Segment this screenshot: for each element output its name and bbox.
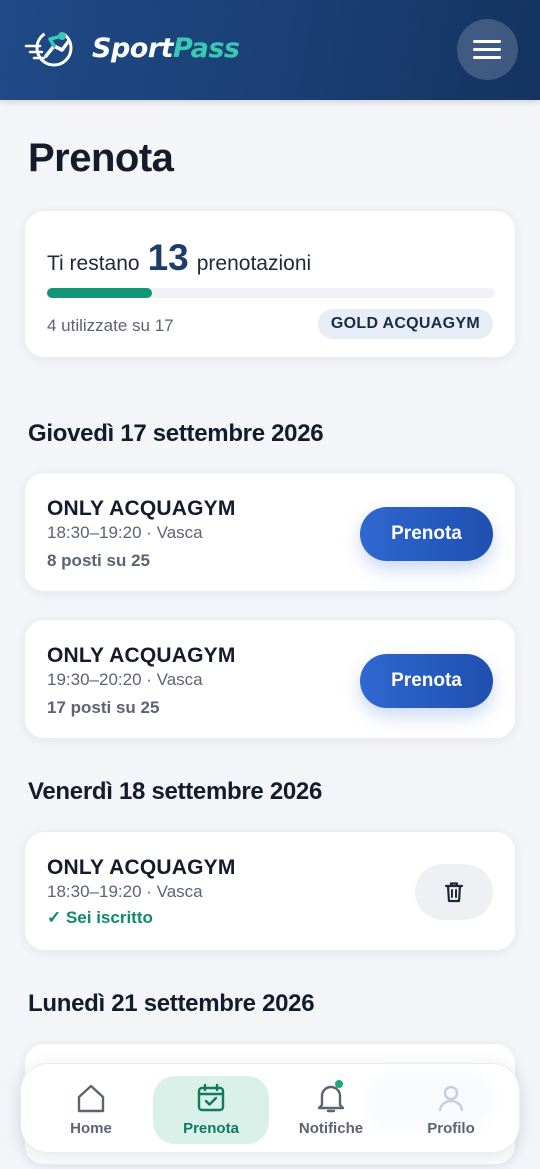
- nav-item-home[interactable]: Home: [33, 1076, 149, 1144]
- session-time-location: 18:30–19:20 · Vasca: [47, 882, 203, 901]
- nav-label-profilo: Profilo: [427, 1120, 475, 1137]
- plan-badge: GOLD ACQUAGYM: [317, 309, 493, 339]
- remaining-suffix: prenotazioni: [196, 252, 312, 275]
- used-bookings-text: 4 utilizzate su 17: [47, 316, 174, 335]
- home-icon: [77, 1084, 105, 1113]
- nav-label-home: Home: [70, 1120, 112, 1137]
- date-heading: Lunedì 21 settembre 2026: [28, 990, 315, 1017]
- usage-progress-fill: [47, 288, 153, 298]
- page-title: Prenota: [28, 136, 174, 180]
- hamburger-menu-icon: [473, 48, 501, 51]
- brand-name-part1: Sport: [92, 33, 174, 64]
- bottom-navigation: Home Prenota Notifiche Profilo: [20, 1063, 520, 1153]
- session-title: ONLY ACQUAGYM: [47, 856, 236, 879]
- menu-button[interactable]: [457, 19, 518, 80]
- session-time-location: 19:30–20:20 · Vasca: [47, 670, 203, 689]
- bookings-summary-card: Ti restano 13 prenotazioni 4 utilizzate …: [24, 210, 516, 358]
- session-card: ONLY ACQUAGYM 18:30–19:20 · Vasca 8 post…: [24, 472, 516, 592]
- session-seats: 17 posti su 25: [47, 698, 160, 717]
- session-time-location: 18:30–19:20 · Vasca: [47, 523, 203, 542]
- running-figure-logo-icon[interactable]: [24, 26, 82, 70]
- enrolled-status: ✓ Sei iscritto: [47, 908, 153, 927]
- date-heading: Venerdì 18 settembre 2026: [28, 778, 323, 805]
- book-button[interactable]: Prenota: [360, 507, 493, 561]
- remaining-bookings-line: Ti restano 13 prenotazioni: [47, 237, 311, 279]
- user-icon: [438, 1085, 464, 1112]
- cancel-booking-button[interactable]: [415, 864, 493, 920]
- app-header: SportPass: [0, 0, 540, 100]
- brand-name-part2: Pass: [173, 33, 240, 64]
- nav-label-notifiche: Notifiche: [298, 1120, 364, 1137]
- notification-dot: [335, 1080, 343, 1088]
- brand-name: SportPass: [92, 30, 240, 68]
- session-title: ONLY ACQUAGYM: [47, 497, 236, 520]
- nav-item-prenota[interactable]: Prenota: [153, 1076, 269, 1144]
- calendar-check-icon: [197, 1083, 225, 1112]
- trash-icon: [444, 882, 464, 903]
- session-title: ONLY ACQUAGYM: [47, 644, 236, 667]
- remaining-prefix: Ti restano: [47, 252, 140, 275]
- nav-label-prenota: Prenota: [183, 1120, 239, 1137]
- date-heading: Giovedì 17 settembre 2026: [28, 420, 324, 447]
- hamburger-menu-icon: [473, 40, 501, 43]
- remaining-count: 13: [147, 237, 189, 278]
- session-card: ONLY ACQUAGYM 19:30–20:20 · Vasca 17 pos…: [24, 619, 516, 739]
- session-seats: 8 posti su 25: [47, 551, 150, 570]
- nav-item-profilo[interactable]: Profilo: [393, 1076, 509, 1144]
- session-card-booked: ONLY ACQUAGYM 18:30–19:20 · Vasca ✓ Sei …: [24, 831, 516, 951]
- hamburger-menu-icon: [473, 56, 501, 59]
- book-button[interactable]: Prenota: [360, 654, 493, 708]
- nav-item-notifiche[interactable]: Notifiche: [273, 1076, 389, 1144]
- usage-progress-bar: [47, 288, 495, 298]
